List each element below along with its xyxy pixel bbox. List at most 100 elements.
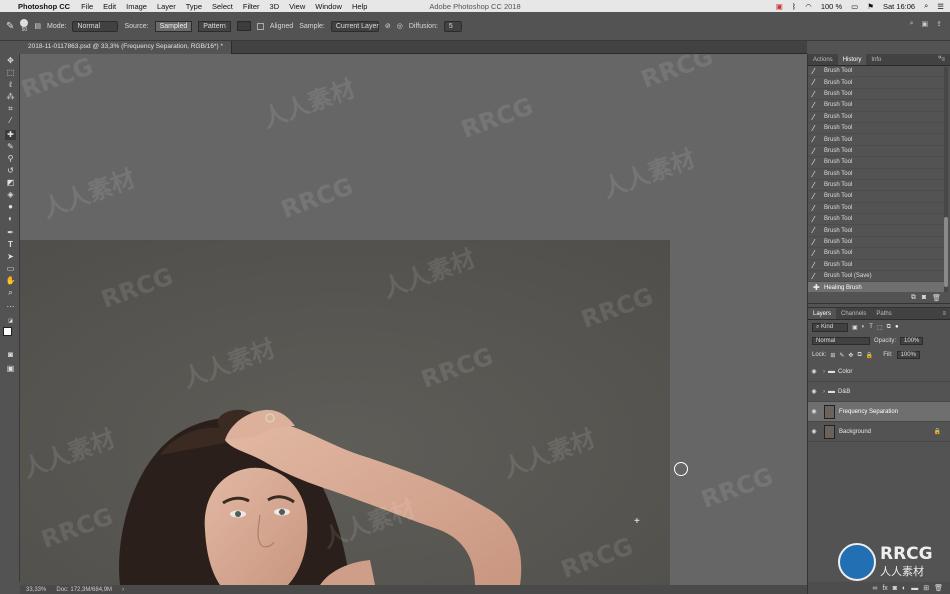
screen-mode-icon[interactable]: ▣ [5, 364, 16, 374]
tab-channels[interactable]: Channels [836, 308, 871, 319]
menu-view[interactable]: View [289, 2, 305, 11]
lock-paint-icon[interactable]: ✎ [839, 352, 844, 359]
history-item[interactable]: ⁄ Brush Tool [808, 180, 944, 192]
panel-menu-icon[interactable]: ≡ [937, 308, 950, 319]
history-item[interactable]: ⁄ Brush Tool [808, 66, 944, 78]
snapshot-icon[interactable]: ◙ [922, 294, 926, 301]
history-item[interactable]: ⁄ Brush Tool [808, 100, 944, 112]
tab-info[interactable]: Info [866, 54, 886, 65]
battery-text[interactable]: 100 % [821, 2, 842, 11]
layer-group-db[interactable]: ◉ › ▬ D&B [808, 382, 950, 402]
eye-icon[interactable]: ◉ [808, 388, 820, 395]
diffusion-select[interactable]: 5 [443, 20, 462, 32]
workspace-icon[interactable]: ▣ [922, 20, 929, 28]
source-sampled-button[interactable]: Sampled [154, 20, 193, 32]
tab-actions[interactable]: Actions [808, 54, 838, 65]
opacity-input[interactable]: 100% [900, 337, 924, 345]
collapse-panels-icon[interactable]: « [938, 54, 950, 74]
history-brush-tool-icon[interactable]: ↺ [5, 166, 16, 176]
move-tool-icon[interactable]: ✥ [5, 56, 16, 66]
flag-icon[interactable]: ⚑ [867, 2, 874, 11]
menu-app-name[interactable]: Photoshop CC [18, 2, 70, 11]
new-group-icon[interactable]: ▬ [911, 585, 918, 592]
history-item[interactable]: ⁄ Brush Tool [808, 157, 944, 169]
menu-edit[interactable]: Edit [103, 2, 116, 11]
lasso-tool-icon[interactable]: ℓ [5, 80, 16, 90]
tab-paths[interactable]: Paths [871, 308, 896, 319]
mode-select[interactable]: Normal [72, 20, 119, 32]
status-arrow-icon[interactable]: › [122, 587, 124, 593]
new-document-from-state-icon[interactable]: ⧉ [911, 294, 916, 302]
lock-artboard-icon[interactable]: ⧉ [857, 352, 861, 359]
rectangle-tool-icon[interactable]: ▭ [5, 264, 16, 274]
gradient-tool-icon[interactable]: ◈ [5, 190, 16, 200]
new-layer-icon[interactable]: ⊞ [923, 584, 929, 592]
status-icon[interactable]: ▣ [776, 2, 783, 11]
dodge-tool-icon[interactable]: ◐ [5, 214, 16, 224]
crop-tool-icon[interactable]: ⌗ [5, 104, 16, 114]
marquee-tool-icon[interactable]: ⬚ [5, 68, 16, 78]
adjustment-layer-icon[interactable]: ◐ [902, 585, 906, 592]
history-item[interactable]: ⁄ Brush Tool [808, 89, 944, 101]
zoom-level[interactable]: 33,33% [26, 587, 46, 593]
magic-wand-tool-icon[interactable]: ⁂ [5, 92, 16, 102]
pen-tool-icon[interactable]: ✒ [5, 228, 16, 238]
pressure-size-icon[interactable]: ◎ [397, 22, 403, 30]
search-icon[interactable]: ⌕ [910, 20, 914, 28]
healing-brush-tool-icon[interactable]: ✚ [5, 130, 16, 140]
eraser-tool-icon[interactable]: ◩ [5, 178, 16, 188]
menu-layer[interactable]: Layer [157, 2, 176, 11]
battery-icon[interactable]: ▭ [851, 2, 858, 11]
menu-window[interactable]: Window [315, 2, 342, 11]
sample-select[interactable]: Current Layer [330, 20, 379, 32]
tab-history[interactable]: History [837, 54, 867, 65]
foreground-color-swatch[interactable] [3, 327, 12, 336]
history-item[interactable]: ⁄ Brush Tool [808, 260, 944, 272]
history-scroll-thumb[interactable] [944, 217, 948, 287]
trash-icon[interactable]: 🗑 [934, 584, 943, 592]
history-item[interactable]: ⁄ Brush Tool (Save) [808, 271, 944, 283]
history-scrollbar[interactable] [944, 67, 948, 292]
blend-mode-select[interactable]: Normal [812, 337, 870, 345]
eyedropper-tool-icon[interactable]: ⁄ [5, 116, 16, 126]
history-item[interactable]: ⁄ Brush Tool [808, 112, 944, 123]
type-tool-icon[interactable]: T [5, 240, 16, 250]
aligned-checkbox[interactable] [256, 22, 264, 30]
layer-group-color[interactable]: ◉ › ▬ Color [808, 362, 950, 382]
filter-type-icon[interactable]: T [869, 324, 873, 330]
filter-adjustment-icon[interactable]: ◐ [862, 324, 866, 330]
pattern-swatch-icon[interactable] [236, 21, 251, 31]
filter-smart-object-icon[interactable]: ⧉ [887, 324, 891, 331]
menu-filter[interactable]: Filter [243, 2, 260, 11]
history-item[interactable]: ⁄ Brush Tool [808, 203, 944, 215]
lock-all-icon[interactable]: 🔒 [866, 352, 873, 359]
history-item[interactable]: ⁄ Brush Tool [808, 169, 944, 180]
path-selection-tool-icon[interactable]: ➤ [5, 252, 16, 262]
default-colors-icon[interactable]: ◪ [5, 316, 16, 326]
lock-transparent-icon[interactable]: ⊞ [830, 352, 835, 359]
history-item[interactable]: ⁄ Brush Tool [808, 123, 944, 135]
healing-brush-tool-icon[interactable]: ✎ [6, 21, 14, 32]
trash-icon[interactable]: 🗑 [932, 294, 941, 302]
document-image[interactable] [20, 240, 670, 585]
menu-help[interactable]: Help [352, 2, 367, 11]
menu-image[interactable]: Image [126, 2, 147, 11]
filter-pixel-icon[interactable]: ▣ [852, 324, 858, 331]
filter-shape-icon[interactable]: ⬚ [877, 324, 883, 331]
wifi-icon[interactable]: ◠ [805, 2, 812, 11]
zoom-tool-icon[interactable]: ⌕ [5, 288, 16, 298]
link-layers-icon[interactable]: ∞ [872, 585, 877, 592]
layer-frequency-separation[interactable]: ◉ Frequency Separation [808, 402, 950, 422]
eye-icon[interactable]: ◉ [808, 408, 820, 415]
menu-3d[interactable]: 3D [270, 2, 280, 11]
edit-toolbar-icon[interactable]: ⋯ [5, 302, 16, 312]
eye-icon[interactable]: ◉ [808, 428, 820, 435]
clone-stamp-tool-icon[interactable]: ⚲ [5, 154, 16, 164]
hand-tool-icon[interactable]: ✋ [5, 276, 16, 286]
history-item[interactable]: ⁄ Brush Tool [808, 225, 944, 237]
tab-layers[interactable]: Layers [808, 308, 837, 319]
disclosure-arrow-icon[interactable]: › [820, 389, 828, 395]
canvas-area[interactable]: + RRCG 人人素材 RRCG RRCG 人人素材 RRCG 人人素材 RRC… [20, 54, 807, 585]
layer-background[interactable]: ◉ Background 🔒 [808, 422, 950, 442]
bluetooth-icon[interactable]: ᛒ [792, 2, 797, 11]
